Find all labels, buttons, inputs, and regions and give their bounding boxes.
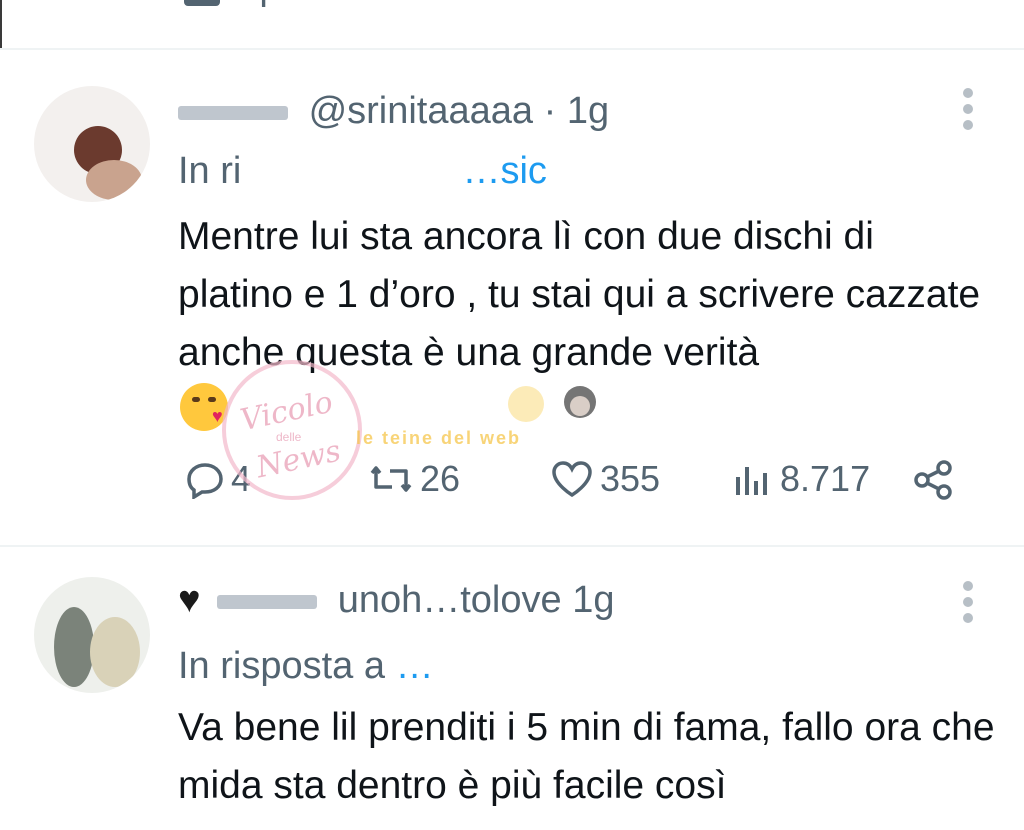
heart-icon	[552, 461, 592, 498]
avatar[interactable]	[34, 86, 150, 202]
reply-prefix: In ri	[178, 150, 242, 192]
views-chart-icon	[736, 467, 767, 495]
tweet-text: Va bene lil prenditi i 5 min di fama, fa…	[178, 706, 995, 807]
views-count: 8.717	[780, 458, 871, 499]
author-handle[interactable]: @srinitaaaaa	[309, 90, 533, 132]
avatar[interactable]	[34, 577, 150, 693]
share-button[interactable]	[912, 458, 956, 502]
retweet-icon	[370, 466, 412, 492]
share-icon	[914, 460, 952, 500]
reply-mention[interactable]: …sic	[462, 150, 546, 192]
reply-prefix: In risposta a	[178, 645, 385, 687]
more-options-icon[interactable]	[956, 581, 980, 623]
redacted-display-name	[217, 594, 318, 609]
kissing-face-emoji-icon: ♥	[180, 383, 228, 431]
sponsored-icon	[184, 0, 220, 6]
watermark-text2: News	[253, 433, 344, 486]
reply-icon	[187, 463, 223, 499]
tweet-actions: 4 26 355 8.717	[0, 458, 1024, 518]
tweet[interactable]: @srinitaaaaa · 1g In ri …sic Mentre lui …	[0, 50, 1024, 545]
reply-context: In ri …sic	[178, 150, 547, 193]
tweet[interactable]: ♥ unoh…tolove 1g In risposta a … Va bene…	[0, 547, 1024, 830]
timestamp[interactable]: · 1g	[544, 90, 609, 132]
cartoon-figures-icon	[508, 386, 596, 422]
more-options-icon[interactable]	[956, 88, 980, 130]
vicolo-watermark-logo: Vicolo delle News	[222, 360, 362, 500]
sponsored-label: Sponsorizzato	[234, 0, 475, 9]
heart-emoji-icon: ♥	[178, 579, 201, 621]
reply-context: In risposta a …	[178, 645, 434, 688]
like-count: 355	[600, 458, 661, 499]
like-button[interactable]: 355	[550, 458, 660, 500]
author-row[interactable]: ♥ unoh…tolove 1g	[178, 579, 614, 622]
author-row[interactable]: @srinitaaaaa · 1g	[178, 90, 609, 133]
redacted-display-name	[178, 105, 288, 120]
timestamp[interactable]: 1g	[572, 579, 614, 621]
sponsored-row: Sponsorizzato	[0, 0, 1024, 48]
tweet-text: Mentre lui sta ancora lì con due dischi …	[178, 215, 981, 374]
retweet-count: 26	[420, 458, 461, 499]
reply-mention[interactable]: …	[396, 645, 434, 687]
author-handle[interactable]: unoh…tolove	[338, 579, 562, 621]
retweet-button[interactable]: 26	[368, 458, 460, 500]
teine-watermark-text: le teine del web	[356, 428, 522, 448]
views-button[interactable]: 8.717	[734, 458, 870, 500]
